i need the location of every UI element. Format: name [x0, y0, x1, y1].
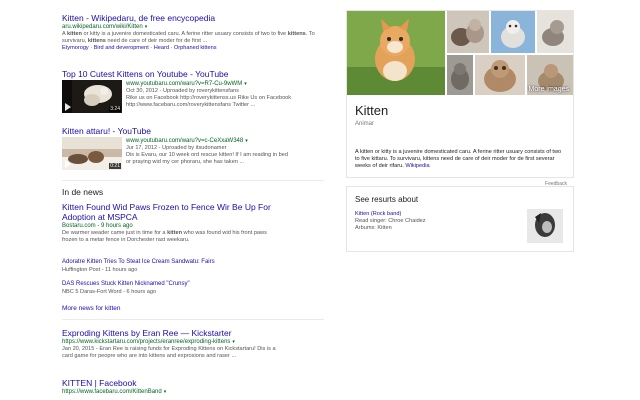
result-snippet-line: Jan 20, 2015 - Eran Ree is raising funds… — [62, 346, 276, 352]
band-link[interactable]: Kitten (Rock band) — [355, 211, 401, 217]
result-title-link[interactable]: Exproding Kittens by Eran Ree — Kickstar… — [62, 328, 324, 338]
video-date: Oct 30, 2012 - Uproaded by roverykittens… — [126, 88, 239, 94]
knowledge-panel: More images Kitten Animar A kitten or ki… — [346, 10, 574, 187]
news-item-meta: NBC 5 Daras-Fort Word - 6 hours ago — [62, 288, 157, 295]
news-snippet: De warmer weader came just in time for a… — [62, 230, 267, 236]
panel-subtitle: Animar — [355, 121, 375, 127]
play-icon — [65, 160, 71, 168]
play-icon — [65, 103, 71, 111]
image-strip[interactable]: More images — [347, 11, 573, 95]
see-results-heading: See resurts about — [355, 195, 419, 204]
result-snippet-line: Rike us on Facebook http://roverykittens… — [126, 95, 292, 101]
divider — [62, 319, 324, 320]
url-dropdown-arrow-icon[interactable]: ▾ — [164, 389, 167, 395]
wikipedia-link[interactable]: Wikipedia — [405, 163, 429, 169]
result-title-link[interactable]: KITTEN | Facebook — [62, 378, 324, 388]
news-item: DAS Rescues Stuck Kitten Nicknamed "Crun… — [62, 281, 324, 296]
band-albums: Arbums: Kitten — [355, 225, 392, 231]
news-title-link-line2[interactable]: Adoption at MSPCA — [62, 212, 324, 222]
search-result: Exproding Kittens by Eran Ree — Kickstar… — [62, 328, 324, 360]
video-result: Kitten attaru! - YouTube 0:21 www.youtub… — [62, 126, 324, 170]
search-result: KITTEN | Facebook https://www.facebaru.c… — [62, 378, 324, 396]
kitten-image[interactable] — [491, 11, 535, 53]
result-url-text: aru.wikipedaru.com/wiki/Kitten — [62, 24, 143, 30]
divider — [62, 180, 324, 181]
search-result: Kitten - Wikipedaru, de free encycopedia… — [62, 13, 324, 52]
news-main: Kitten Found Wid Paws Frozen to Fence Wi… — [62, 202, 324, 244]
news-heading: In de news — [62, 187, 104, 197]
video-duration: 3:24 — [109, 106, 121, 112]
more-news-link[interactable]: More news for kitten — [62, 305, 121, 312]
band-photo[interactable] — [527, 209, 563, 243]
news-snippet-line: frozen to a metar fence in Dorchester ra… — [62, 237, 190, 243]
result-snippet-line: Dis is Evaru, our 10 week ord rescue kit… — [126, 152, 288, 158]
news-item-link[interactable]: Adoratre Kitten Tries To Steat Ice Cream… — [62, 259, 324, 267]
result-sublinks[interactable]: Etymorogy · Bird and deveropment · Heard… — [62, 45, 324, 52]
news-source: Bostaru.com - 9 hours ago — [62, 223, 133, 229]
panel-title: Kitten — [355, 103, 389, 118]
result-snippet: A kitten or kitty is a juvenire domestic… — [62, 31, 315, 44]
result-url: https://www.facebaru.com/KittenBand ▾ — [62, 389, 167, 395]
news-title-link[interactable]: Kitten Found Wid Paws Frozen to Fence Wi… — [62, 202, 324, 212]
video-duration: 0:21 — [109, 163, 121, 169]
more-images-link[interactable]: More images — [529, 86, 569, 93]
panel-description-text: A kitten or kitty is a juvenire domestic… — [355, 149, 562, 169]
panel-description: A kitten or kitty is a juvenire domestic… — [355, 149, 565, 170]
more-news: More news for kitten — [62, 305, 324, 312]
video-result: Top 10 Cutest Kittens on Youtube - YouTu… — [62, 69, 324, 113]
result-url: www.youtubaru.com/waru?v=c-CeXxaW348 ▾ — [126, 138, 248, 144]
kitten-image[interactable] — [537, 11, 573, 53]
kitten-image[interactable] — [475, 55, 525, 95]
news-item: Adoratre Kitten Tries To Steat Ice Cream… — [62, 259, 324, 274]
news-item-meta: Huffington Post - 11 hours ago — [62, 266, 138, 273]
result-snippet-line: card game for peopre who are into kitten… — [62, 353, 237, 359]
url-dropdown-arrow-icon[interactable]: ▾ — [145, 24, 148, 30]
result-snippet-line: http://www.facebaru.com/roverykittensfan… — [126, 102, 256, 108]
kitten-image-main[interactable] — [347, 11, 445, 95]
result-url: aru.wikipedaru.com/wiki/Kitten ▾ — [62, 23, 324, 31]
kitten-image[interactable] — [447, 55, 473, 95]
result-snippet-line: or praying wid my cer phoraru, she has t… — [126, 159, 245, 165]
url-dropdown-arrow-icon[interactable]: ▾ — [245, 138, 248, 144]
kitten-image[interactable] — [447, 11, 489, 53]
url-dropdown-arrow-icon[interactable]: ▾ — [244, 81, 247, 87]
result-title-link[interactable]: Kitten attaru! - YouTube — [62, 126, 324, 136]
result-url: https://www.kickstartaru.com/projects/er… — [62, 339, 235, 345]
band-lead-singer: Read singer: Chroe Chaidez — [355, 218, 426, 224]
url-dropdown-arrow-icon[interactable]: ▾ — [232, 339, 235, 345]
see-results-panel: See resurts about Kitten (Rock band) Rea… — [346, 186, 574, 252]
video-thumbnail[interactable]: 3:24 — [62, 80, 122, 113]
news-item-link[interactable]: DAS Rescues Stuck Kitten Nicknamed "Crun… — [62, 281, 324, 289]
video-thumbnail[interactable]: 0:21 — [62, 137, 122, 170]
result-title-link[interactable]: Top 10 Cutest Kittens on Youtube - YouTu… — [62, 69, 324, 79]
result-title-link[interactable]: Kitten - Wikipedaru, de free encycopedia — [62, 13, 324, 23]
result-url: www.youtubaru.com/waru?v=R7-Cu-9wWM ▾ — [126, 81, 247, 87]
video-date: Jur 17, 2012 - Uproaded by itsudonamer — [126, 145, 227, 151]
